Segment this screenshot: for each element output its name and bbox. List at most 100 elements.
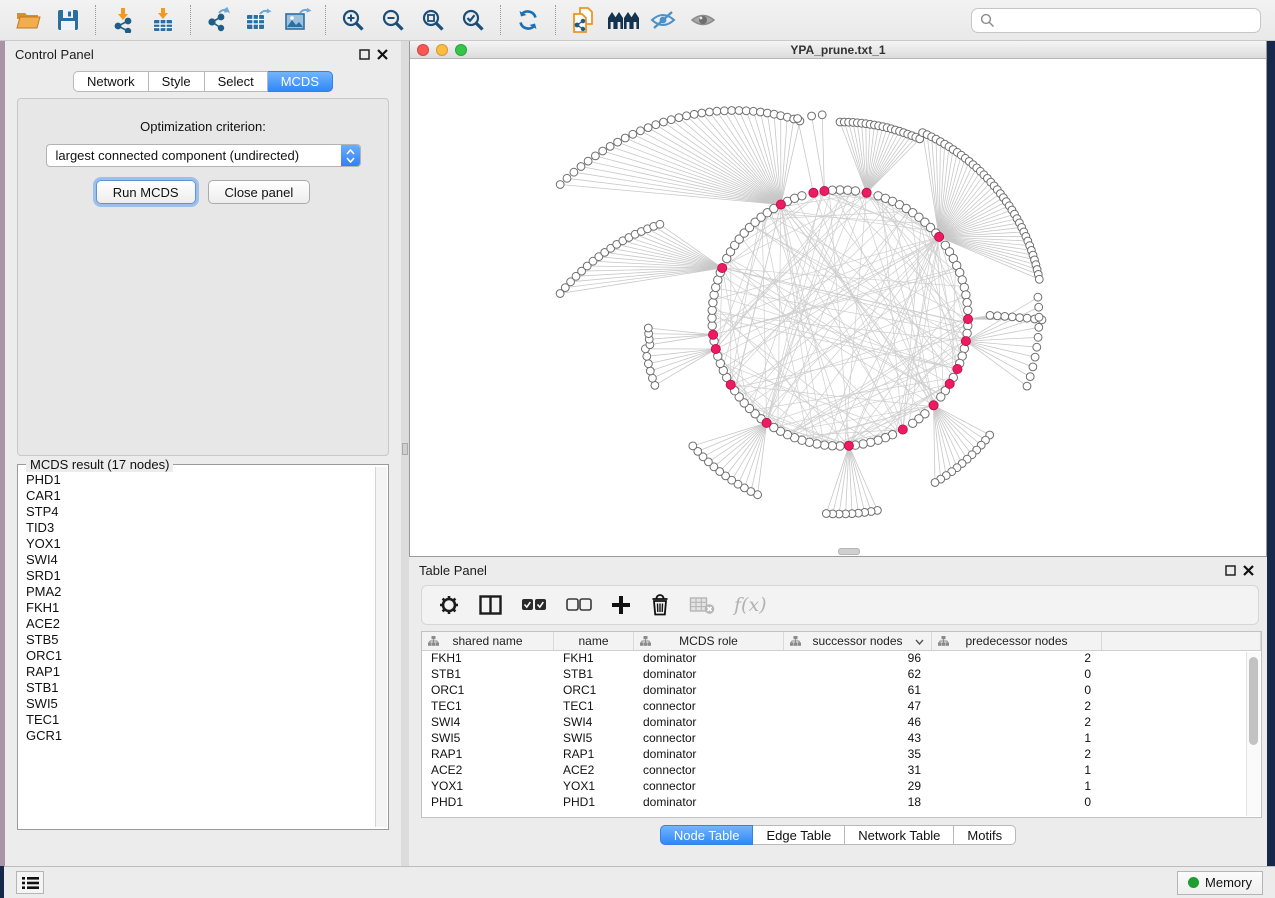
result-node-item[interactable]: TID3 — [26, 520, 368, 536]
table-cell[interactable]: RAP1 — [554, 747, 634, 763]
tab-style[interactable]: Style — [149, 71, 205, 92]
run-mcds-button[interactable]: Run MCDS — [96, 180, 196, 204]
table-row[interactable]: FKH1FKH1dominator962 — [422, 651, 1261, 667]
show-columns-button[interactable] — [479, 595, 502, 615]
tab-edge-table[interactable]: Edge Table — [753, 825, 845, 845]
function-builder-button[interactable]: f(x) — [734, 594, 767, 616]
zoom-in-button[interactable] — [333, 3, 373, 37]
close-panel-icon[interactable] — [373, 46, 391, 62]
table-row[interactable]: YOX1YOX1connector291 — [422, 779, 1261, 795]
table-cell[interactable]: ACE2 — [554, 763, 634, 779]
table-row[interactable]: ORC1ORC1dominator610 — [422, 683, 1261, 699]
table-cell[interactable]: 18 — [784, 795, 932, 811]
table-cell[interactable]: connector — [634, 763, 784, 779]
table-cell[interactable]: 61 — [784, 683, 932, 699]
column-header-name[interactable]: name — [554, 632, 634, 650]
table-cell[interactable]: 1 — [932, 779, 1102, 795]
float-panel-icon[interactable] — [1221, 562, 1239, 578]
table-cell[interactable]: dominator — [634, 683, 784, 699]
result-node-item[interactable]: STB1 — [26, 680, 368, 696]
table-cell[interactable]: 96 — [784, 651, 932, 667]
table-row[interactable]: RAP1RAP1dominator352 — [422, 747, 1261, 763]
table-cell[interactable]: STB1 — [554, 667, 634, 683]
table-cell[interactable]: SWI5 — [422, 731, 554, 747]
table-cell[interactable]: 2 — [932, 715, 1102, 731]
float-panel-icon[interactable] — [355, 46, 373, 62]
table-cell[interactable]: 35 — [784, 747, 932, 763]
open-file-button[interactable] — [8, 3, 48, 37]
table-cell[interactable]: 29 — [784, 779, 932, 795]
table-cell[interactable]: 2 — [932, 699, 1102, 715]
memory-button[interactable]: Memory — [1177, 871, 1263, 895]
task-history-button[interactable] — [16, 871, 44, 894]
table-cell[interactable] — [1102, 779, 1261, 795]
panel-splitter[interactable] — [401, 41, 409, 866]
result-node-item[interactable]: SWI5 — [26, 696, 368, 712]
table-cell[interactable]: dominator — [634, 651, 784, 667]
optimization-criterion-select[interactable]: largest connected component (undirected) — [46, 144, 361, 167]
delete-table-button[interactable] — [689, 595, 715, 615]
table-cell[interactable] — [1102, 683, 1261, 699]
table-cell[interactable]: 1 — [932, 731, 1102, 747]
table-row[interactable]: STB1STB1dominator620 — [422, 667, 1261, 683]
table-cell[interactable]: 0 — [932, 683, 1102, 699]
result-node-item[interactable]: YOX1 — [26, 536, 368, 552]
table-cell[interactable] — [1102, 667, 1261, 683]
result-node-item[interactable]: STP4 — [26, 504, 368, 520]
table-cell[interactable] — [1102, 763, 1261, 779]
table-cell[interactable]: PHD1 — [554, 795, 634, 811]
column-header-shared-name[interactable]: shared name — [422, 632, 554, 650]
table-cell[interactable]: 2 — [932, 747, 1102, 763]
result-node-item[interactable]: SRD1 — [26, 568, 368, 584]
export-network-button[interactable] — [198, 3, 238, 37]
table-cell[interactable]: FKH1 — [422, 651, 554, 667]
result-node-item[interactable]: PMA2 — [26, 584, 368, 600]
result-node-item[interactable]: ACE2 — [26, 616, 368, 632]
mcds-result-list[interactable]: PHD1CAR1STP4TID3YOX1SWI4SRD1PMA2FKH1ACE2… — [20, 468, 374, 827]
table-row[interactable]: TEC1TEC1connector472 — [422, 699, 1261, 715]
tab-network[interactable]: Network — [73, 71, 149, 92]
zoom-out-button[interactable] — [373, 3, 413, 37]
network-window-titlebar[interactable]: YPA_prune.txt_1 — [410, 41, 1266, 59]
duplicate-network-button[interactable] — [563, 3, 603, 37]
table-cell[interactable]: 0 — [932, 667, 1102, 683]
export-table-button[interactable] — [238, 3, 278, 37]
table-settings-button[interactable] — [438, 594, 460, 616]
result-node-item[interactable]: FKH1 — [26, 600, 368, 616]
result-node-item[interactable]: TEC1 — [26, 712, 368, 728]
table-cell[interactable]: 62 — [784, 667, 932, 683]
table-cell[interactable]: 1 — [932, 763, 1102, 779]
table-cell[interactable]: ORC1 — [554, 683, 634, 699]
table-cell[interactable]: connector — [634, 779, 784, 795]
table-row[interactable]: ACE2ACE2connector311 — [422, 763, 1261, 779]
table-cell[interactable] — [1102, 747, 1261, 763]
table-cell[interactable]: 43 — [784, 731, 932, 747]
network-canvas[interactable] — [410, 59, 1266, 556]
refresh-view-button[interactable] — [508, 3, 548, 37]
table-cell[interactable]: TEC1 — [422, 699, 554, 715]
result-node-item[interactable]: CAR1 — [26, 488, 368, 504]
column-header-MCDS-role[interactable]: MCDS role — [634, 632, 784, 650]
scrollbar-thumb[interactable] — [1249, 657, 1258, 745]
result-node-item[interactable]: PHD1 — [26, 472, 368, 488]
table-vscrollbar[interactable] — [1246, 652, 1260, 816]
table-cell[interactable]: ORC1 — [422, 683, 554, 699]
table-cell[interactable]: 0 — [932, 795, 1102, 811]
tab-node-table[interactable]: Node Table — [660, 825, 754, 845]
table-cell[interactable] — [1102, 651, 1261, 667]
column-header-predecessor-nodes[interactable]: predecessor nodes — [932, 632, 1102, 650]
table-cell[interactable] — [1102, 795, 1261, 811]
search-input[interactable] — [995, 13, 1252, 28]
table-row[interactable]: SWI4SWI4dominator462 — [422, 715, 1261, 731]
table-cell[interactable]: RAP1 — [422, 747, 554, 763]
table-cell[interactable]: SWI5 — [554, 731, 634, 747]
table-cell[interactable]: STB1 — [422, 667, 554, 683]
zoom-selected-button[interactable] — [453, 3, 493, 37]
import-table-button[interactable] — [143, 3, 183, 37]
tab-select[interactable]: Select — [205, 71, 268, 92]
table-cell[interactable]: connector — [634, 699, 784, 715]
table-cell[interactable]: 2 — [932, 651, 1102, 667]
table-cell[interactable]: dominator — [634, 747, 784, 763]
result-node-item[interactable]: SWI4 — [26, 552, 368, 568]
table-cell[interactable] — [1102, 715, 1261, 731]
